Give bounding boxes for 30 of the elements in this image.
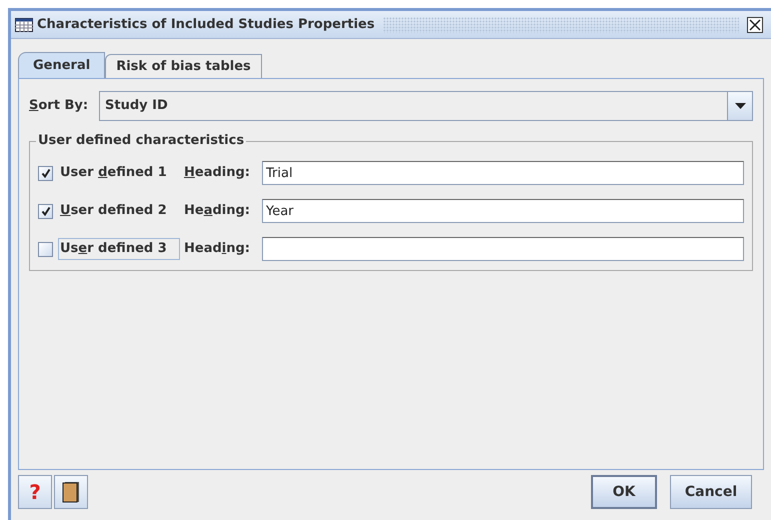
sort-by-dropdown[interactable]: Study ID [99,91,753,121]
dropdown-arrow-button[interactable] [727,92,752,120]
checkmark-icon [40,168,50,178]
heading-label: Heading: [184,240,252,258]
checkmark-icon [40,206,50,216]
caret-down-icon [734,103,746,109]
heading-field[interactable] [262,237,744,261]
checkbox-label[interactable]: User defined 2 [58,200,180,222]
dialog-button[interactable]: Cancel [670,475,752,509]
heading-label: Heading: [184,164,252,182]
help-button[interactable]: ? [18,475,52,509]
book-icon [62,481,80,503]
dropdown-value: Study ID [104,97,169,116]
close-icon [749,18,761,30]
tab[interactable]: Risk of bias tables [105,54,262,78]
book-button[interactable] [54,475,88,509]
checkbox[interactable] [38,204,53,218]
checkbox-label[interactable]: User defined 3 [58,238,180,260]
checkbox[interactable] [38,166,53,180]
sort-by-label: Sort By: [29,97,90,116]
checkbox-label[interactable]: User defined 1 [58,162,180,184]
tab[interactable]: General [18,52,106,78]
dialog-button[interactable]: OK [591,475,657,509]
heading-label: Heading: [184,202,252,220]
checkbox[interactable] [38,242,53,256]
heading-field[interactable]: Trial [262,161,744,185]
window-title: Characteristics of Included Studies Properties [37,16,375,34]
heading-field[interactable]: Year [262,199,744,223]
close-button[interactable] [747,16,763,32]
table-icon [15,18,33,32]
